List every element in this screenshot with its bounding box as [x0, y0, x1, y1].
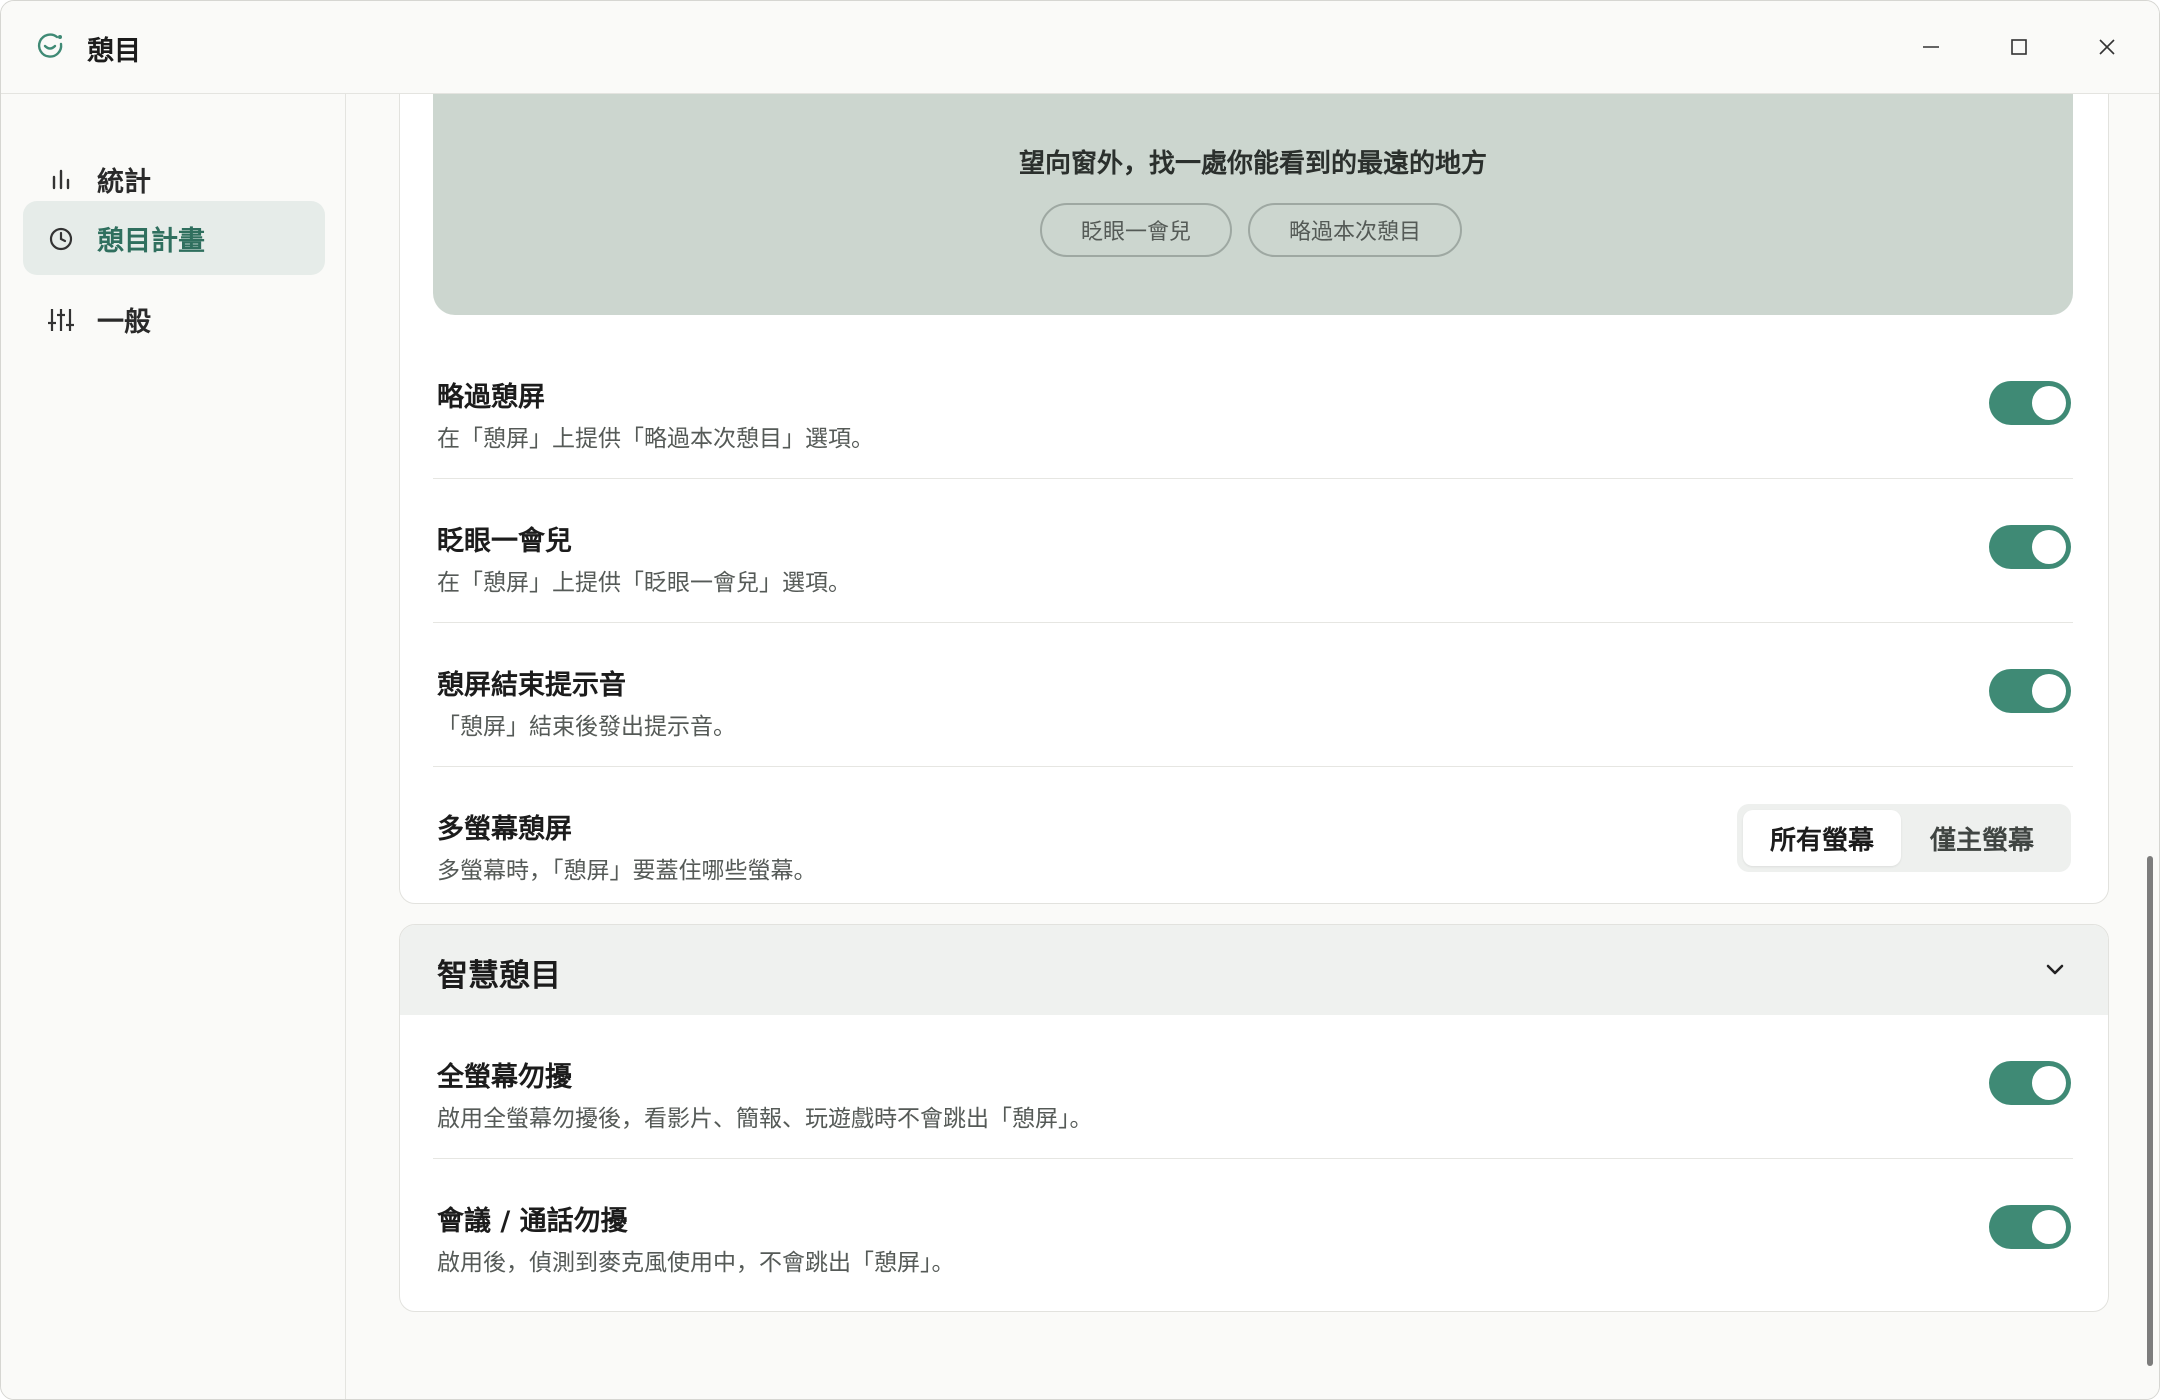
- setting-title: 會議 / 通話勿擾: [437, 1206, 628, 1237]
- sidebar-item-label: 憩目計畫: [97, 225, 205, 257]
- snooze-toggle[interactable]: [1989, 525, 2071, 569]
- bar-chart-icon: [52, 169, 70, 190]
- fullscreen-dnd-toggle[interactable]: [1989, 1061, 2071, 1105]
- meeting-dnd-toggle[interactable]: [1989, 1205, 2071, 1249]
- chevron-down-icon[interactable]: [2040, 955, 2070, 985]
- toggle-knob: [2032, 530, 2066, 564]
- setting-row-multi-screen: 多螢幕憩屏 多螢幕時，「憩屏」要蓋住哪些螢幕。 所有螢幕 僅主螢幕: [433, 767, 2073, 911]
- setting-row-fullscreen-dnd: 全螢幕勿擾 啟用全螢幕勿擾後，看影片、簡報、玩遊戲時不會跳出「憩屏」。: [433, 1015, 2073, 1159]
- smart-break-header[interactable]: 智慧憩目: [400, 925, 2108, 1015]
- maximize-button[interactable]: [1989, 23, 2049, 71]
- option-all-screens[interactable]: 所有螢幕: [1743, 810, 1901, 866]
- setting-title: 多螢幕憩屏: [437, 814, 572, 845]
- preview-message: 望向窗外，找一處你能看到的最遠的地方: [1018, 149, 1487, 179]
- setting-row-meeting-dnd: 會議 / 通話勿擾 啟用後，偵測到麥克風使用中，不會跳出「憩屏」。: [433, 1159, 2073, 1303]
- setting-description: 在「憩屏」上提供「眨眼一會兒」選項。: [437, 570, 851, 596]
- app-title: 憩目: [87, 36, 141, 67]
- smart-break-card: 智慧憩目 全螢幕勿擾 啟用全螢幕勿擾後，看影片、簡報、玩遊戲時不會跳出「憩屏」。…: [399, 924, 2109, 1312]
- setting-description: 啟用後，偵測到麥克風使用中，不會跳出「憩屏」。: [437, 1250, 955, 1276]
- close-button[interactable]: [2077, 23, 2137, 71]
- setting-row-end-sound: 憩屏結束提示音 「憩屏」結束後發出提示音。: [433, 623, 2073, 767]
- setting-row-skip-break: 略過憩屏 在「憩屏」上提供「略過本次憩目」選項。: [433, 335, 2073, 479]
- setting-title: 略過憩屏: [437, 382, 545, 413]
- maximize-icon: [2011, 39, 2027, 55]
- title-bar: 憩目: [1, 1, 2159, 94]
- sidebar-item-label: 統計: [97, 166, 151, 198]
- section-title: 智慧憩目: [437, 958, 561, 994]
- setting-row-snooze: 眨眼一會兒 在「憩屏」上提供「眨眼一會兒」選項。: [433, 479, 2073, 623]
- toggle-knob: [2032, 1066, 2066, 1100]
- toggle-knob: [2032, 1210, 2066, 1244]
- break-settings-card: 望向窗外，找一處你能看到的最遠的地方 眨眼一會兒 略過本次憩目 略過憩屏 在「憩…: [399, 94, 2109, 904]
- close-icon: [2099, 39, 2115, 55]
- toggle-knob: [2032, 674, 2066, 708]
- minimize-icon: [1923, 46, 1939, 48]
- sidebar-item-label: 一般: [97, 306, 151, 338]
- main-content: 望向窗外，找一處你能看到的最遠的地方 眨眼一會兒 略過本次憩目 略過憩屏 在「憩…: [346, 94, 2159, 1399]
- toggle-knob: [2032, 386, 2066, 420]
- skip-break-button[interactable]: 略過本次憩目: [1248, 203, 1462, 257]
- minimize-button[interactable]: [1901, 23, 1961, 71]
- break-screen-preview: 望向窗外，找一處你能看到的最遠的地方 眨眼一會兒 略過本次憩目: [433, 94, 2073, 315]
- setting-title: 眨眼一會兒: [437, 526, 572, 557]
- app-logo-icon: [37, 33, 63, 58]
- app-window: 憩目 統計 憩目計畫 一般 望向窗外，找一處你能看到的最遠的地方 眨眼一會兒 略…: [0, 0, 2160, 1400]
- end-sound-toggle[interactable]: [1989, 669, 2071, 713]
- setting-description: 多螢幕時，「憩屏」要蓋住哪些螢幕。: [437, 858, 817, 884]
- sidebar-item-break-plan[interactable]: 憩目計畫: [23, 201, 325, 275]
- setting-description: 「憩屏」結束後發出提示音。: [437, 714, 736, 740]
- multi-screen-segmented-control: 所有螢幕 僅主螢幕: [1737, 804, 2071, 872]
- sidebar-item-general[interactable]: 一般: [23, 282, 325, 356]
- sliders-icon: [48, 309, 74, 331]
- setting-description: 在「憩屏」上提供「略過本次憩目」選項。: [437, 426, 874, 452]
- clock-icon: [49, 227, 73, 251]
- option-primary-screen[interactable]: 僅主螢幕: [1903, 810, 2061, 866]
- skip-break-toggle[interactable]: [1989, 381, 2071, 425]
- setting-description: 啟用全螢幕勿擾後，看影片、簡報、玩遊戲時不會跳出「憩屏」。: [437, 1106, 1093, 1132]
- setting-title: 全螢幕勿擾: [437, 1062, 572, 1093]
- setting-title: 憩屏結束提示音: [437, 670, 626, 701]
- snooze-button[interactable]: 眨眼一會兒: [1040, 203, 1232, 257]
- scrollbar-thumb[interactable]: [2147, 856, 2153, 1366]
- sidebar: 統計 憩目計畫 一般: [1, 94, 346, 1399]
